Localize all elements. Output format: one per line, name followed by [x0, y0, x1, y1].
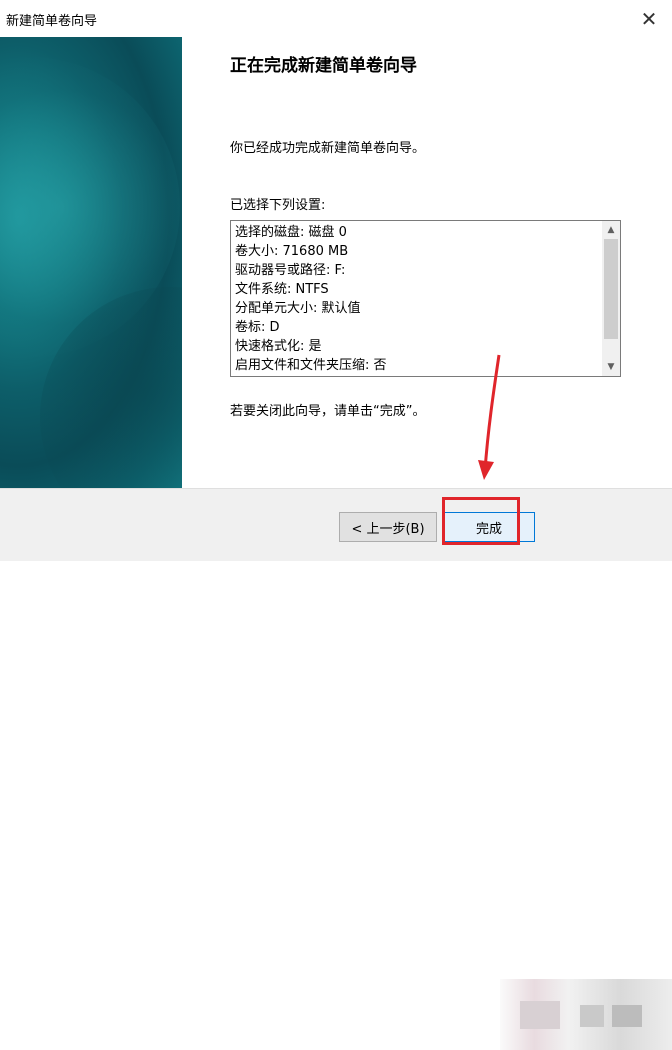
settings-item: 卷大小: 71680 MB — [235, 244, 349, 259]
close-button[interactable]: ✕ — [626, 0, 672, 37]
button-bar: < 上一步(B) 完成 — [0, 488, 672, 1050]
settings-item: 快速格式化: 是 — [235, 339, 322, 354]
close-icon: ✕ — [640, 6, 658, 31]
wizard-content: 正在完成新建简单卷向导 你已经成功完成新建简单卷向导。 已选择下列设置: 选择的… — [182, 37, 672, 488]
scroll-down-button[interactable]: ▼ — [602, 358, 620, 376]
title-bar: 新建简单卷向导 ✕ — [0, 0, 672, 37]
settings-list: 选择的磁盘: 磁盘 0 卷大小: 71680 MB 驱动器号或路径: F: 文件… — [235, 223, 600, 375]
settings-item: 文件系统: NTFS — [235, 282, 329, 297]
vertical-scrollbar[interactable]: ▲ ▼ — [602, 221, 620, 376]
settings-item: 选择的磁盘: 磁盘 0 — [235, 225, 347, 240]
chevron-up-icon: ▲ — [607, 225, 615, 235]
close-instruction: 若要关闭此向导，请单击“完成”。 — [230, 404, 426, 419]
settings-item: 分配单元大小: 默认值 — [235, 301, 361, 316]
settings-item: 启用文件和文件夹压缩: 否 — [235, 358, 387, 373]
back-button[interactable]: < 上一步(B) — [339, 512, 437, 542]
completion-message: 你已经成功完成新建简单卷向导。 — [230, 141, 426, 156]
settings-summary-box[interactable]: 选择的磁盘: 磁盘 0 卷大小: 71680 MB 驱动器号或路径: F: 文件… — [230, 220, 621, 377]
wizard-side-banner — [0, 37, 182, 488]
settings-label: 已选择下列设置: — [230, 198, 326, 213]
settings-item: 卷标: D — [235, 320, 280, 335]
settings-item: 驱动器号或路径: F: — [235, 263, 346, 278]
page-title: 正在完成新建简单卷向导 — [230, 56, 417, 76]
scrollbar-thumb[interactable] — [604, 239, 618, 339]
blurred-block — [520, 1001, 560, 1029]
chevron-down-icon: ▼ — [607, 362, 615, 372]
blurred-block — [580, 1005, 604, 1027]
blurred-block — [612, 1005, 642, 1027]
scroll-up-button[interactable]: ▲ — [602, 221, 620, 239]
annotation-highlight-box — [442, 497, 520, 545]
window-title: 新建简单卷向导 — [6, 14, 98, 29]
obscured-area — [500, 979, 672, 1050]
